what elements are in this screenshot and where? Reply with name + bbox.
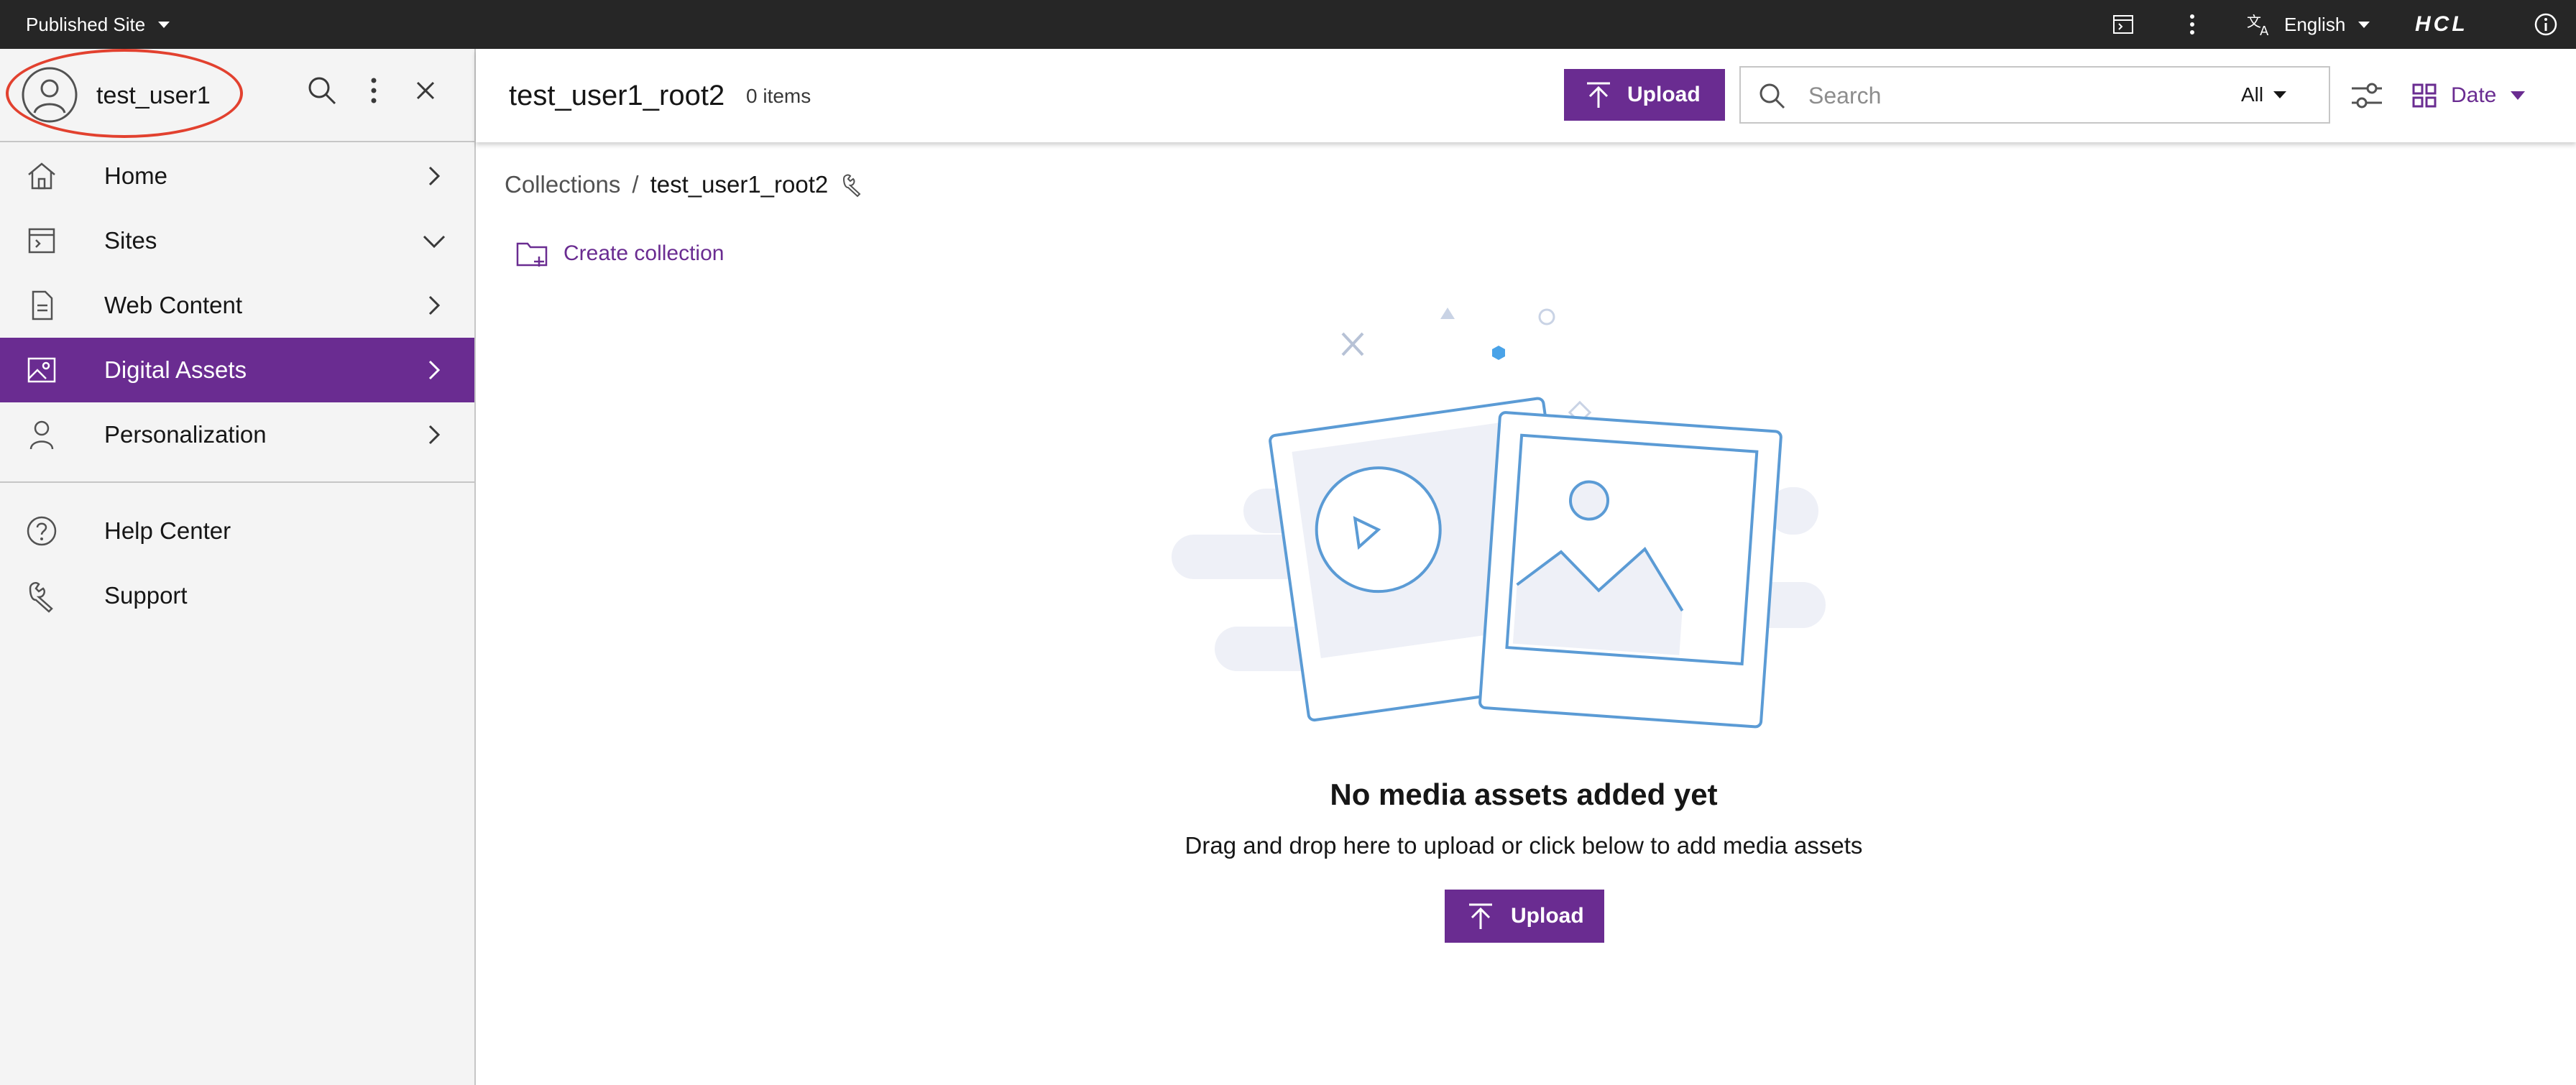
- sidebar-item-label: Personalization: [104, 421, 267, 448]
- sidebar-item-label: Support: [104, 582, 188, 609]
- grid-view-icon: [2412, 83, 2437, 108]
- language-label: English: [2284, 13, 2346, 35]
- breadcrumb: Collections / test_user1_root2: [505, 167, 865, 203]
- document-icon: [32, 290, 53, 320]
- caret-down-icon: [2511, 91, 2526, 100]
- create-collection-button[interactable]: Create collection: [515, 236, 724, 272]
- sidebar-item-label: Home: [104, 162, 168, 189]
- filter-settings-icon[interactable]: [2349, 78, 2385, 114]
- close-icon[interactable]: [408, 73, 443, 108]
- sidebar-divider: [0, 481, 474, 483]
- hcl-logo: HCL: [2415, 12, 2468, 36]
- search-box: All: [1739, 66, 2330, 124]
- item-count: 0 items: [746, 85, 811, 107]
- caret-down-icon: [2358, 21, 2370, 28]
- upload-icon: [1469, 903, 1492, 929]
- overflow-menu-icon[interactable]: [2178, 10, 2207, 39]
- sidebar-item-label: Web Content: [104, 292, 243, 318]
- person-icon: [29, 420, 54, 450]
- site-selector-label: Published Site: [26, 13, 146, 35]
- breadcrumb-separator: /: [632, 171, 639, 198]
- sidebar-item-web-content[interactable]: Web Content: [0, 273, 474, 338]
- site-preview-icon[interactable]: [2109, 10, 2138, 39]
- empty-state-upload-button[interactable]: Upload: [1445, 890, 1604, 943]
- overflow-menu-icon[interactable]: [356, 73, 391, 108]
- edit-wrench-icon[interactable]: [840, 172, 865, 198]
- empty-state-illustration: [1172, 308, 1826, 729]
- sidebar-nav: Home Sites Web Content Digital Assets Pe…: [0, 144, 474, 628]
- sites-icon: [28, 228, 55, 254]
- upload-button[interactable]: Upload: [1564, 69, 1725, 121]
- sidebar-item-label: Sites: [104, 227, 157, 254]
- top-bar: Published Site 文A English HCL: [0, 0, 2576, 49]
- help-icon: [27, 516, 57, 546]
- sidebar: test_user1 Home Sites Web Content Digita…: [0, 49, 476, 1085]
- upload-label: Upload: [1627, 83, 1701, 106]
- folder-add-icon: [516, 242, 548, 267]
- language-selector[interactable]: 文A English: [2247, 0, 2370, 49]
- sidebar-item-label: Digital Assets: [104, 356, 247, 383]
- user-header: test_user1: [0, 49, 474, 142]
- search-input[interactable]: [1808, 78, 2211, 114]
- image-icon: [27, 357, 56, 383]
- sort-label: Date: [2451, 83, 2497, 107]
- upload-label: Upload: [1511, 904, 1584, 928]
- caret-down-icon: [158, 21, 170, 28]
- svg-text:文: 文: [2247, 13, 2261, 30]
- home-icon: [28, 162, 55, 190]
- sort-dropdown[interactable]: Date: [2412, 49, 2526, 142]
- sidebar-item-home[interactable]: Home: [0, 144, 474, 208]
- collection-header: test_user1_root2 0 items Upload All Date: [476, 49, 2576, 142]
- empty-state-subtitle: Drag and drop here to upload or click be…: [1184, 832, 1863, 859]
- sidebar-item-sites[interactable]: Sites: [0, 208, 474, 273]
- chevron-right-icon: [428, 295, 441, 315]
- avatar-icon[interactable]: [22, 67, 78, 123]
- collection-title: test_user1_root2: [509, 79, 725, 111]
- search-icon[interactable]: [305, 73, 339, 108]
- search-icon: [1760, 83, 1785, 109]
- wrench-icon: [29, 582, 53, 613]
- breadcrumb-collections-link[interactable]: Collections: [505, 171, 620, 198]
- username: test_user1: [96, 81, 211, 109]
- caret-down-icon: [2273, 91, 2287, 98]
- chevron-right-icon: [428, 360, 441, 380]
- upload-icon: [1587, 82, 1610, 108]
- empty-state-title: No media assets added yet: [1330, 777, 1718, 811]
- sidebar-item-digital-assets[interactable]: Digital Assets: [0, 338, 474, 402]
- info-icon[interactable]: [2531, 10, 2560, 39]
- chevron-right-icon: [428, 166, 441, 186]
- search-scope-dropdown[interactable]: All: [2241, 68, 2287, 122]
- sidebar-item-support[interactable]: Support: [0, 563, 474, 628]
- svg-text:A: A: [2260, 24, 2269, 37]
- create-collection-label: Create collection: [564, 241, 724, 265]
- sidebar-item-label: Help Center: [104, 517, 231, 544]
- sidebar-item-personalization[interactable]: Personalization: [0, 402, 474, 467]
- chevron-right-icon: [428, 425, 441, 445]
- site-selector[interactable]: Published Site: [26, 0, 170, 49]
- chevron-down-icon: [423, 235, 446, 249]
- sidebar-item-help-center[interactable]: Help Center: [0, 499, 474, 563]
- search-scope-label: All: [2241, 83, 2264, 106]
- translate-icon: 文A: [2247, 13, 2269, 37]
- breadcrumb-current: test_user1_root2: [650, 171, 829, 198]
